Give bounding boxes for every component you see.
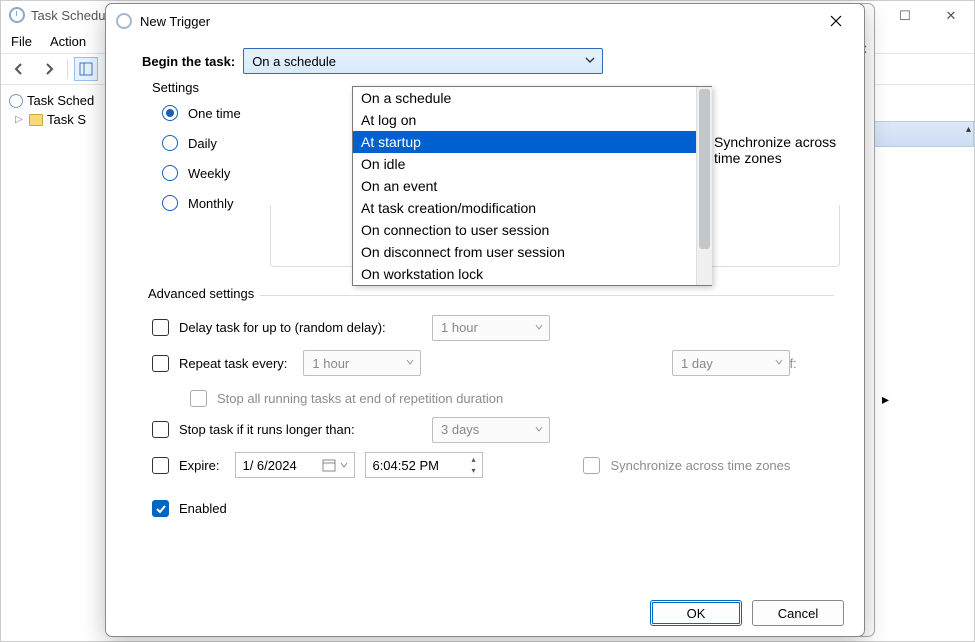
- stop-all-row: Stop all running tasks at end of repetit…: [190, 390, 834, 407]
- expire-date-input[interactable]: 1/ 6/2024: [235, 452, 355, 478]
- begin-task-dropdown[interactable]: On a scheduleAt log onAt startupOn idleO…: [352, 86, 712, 286]
- repeat-label: Repeat task every:: [179, 356, 287, 371]
- expire-time-input[interactable]: 6:04:52 PM ▴▾: [365, 452, 483, 478]
- expire-label: Expire:: [179, 458, 219, 473]
- folder-icon: [29, 114, 43, 126]
- dropdown-option[interactable]: On disconnect from user session: [353, 241, 711, 263]
- expire-sync-label: Synchronize across time zones: [610, 458, 790, 473]
- spinner-buttons[interactable]: ▴▾: [466, 454, 480, 476]
- new-trigger-dialog: New Trigger Begin the task: On a schedul…: [105, 3, 865, 637]
- expire-checkbox[interactable]: [152, 457, 169, 474]
- stop-all-checkbox: [190, 390, 207, 407]
- expand-icon[interactable]: ▷: [15, 114, 25, 125]
- radio-icon: [162, 195, 178, 211]
- expire-sync-checkbox: [583, 457, 600, 474]
- radio-icon: [162, 165, 178, 181]
- menu-action[interactable]: Action: [50, 34, 86, 49]
- begin-task-combo[interactable]: On a schedule: [243, 48, 603, 74]
- sync-timezones-label: Synchronize across time zones: [714, 134, 864, 166]
- chevron-down-icon: [405, 357, 415, 367]
- actions-pane: ▴ ▸: [869, 121, 974, 641]
- back-button[interactable]: [7, 57, 31, 81]
- begin-task-label: Begin the task:: [142, 54, 235, 69]
- tree-child[interactable]: ▷ Task S: [5, 110, 105, 129]
- dropdown-option[interactable]: On connection to user session: [353, 219, 711, 241]
- advanced-settings-group: Advanced settings Delay task for up to (…: [142, 295, 834, 517]
- stop-if-checkbox[interactable]: [152, 421, 169, 438]
- clock-icon: [116, 13, 132, 29]
- chevron-down-icon: [534, 424, 544, 434]
- delay-value-combo[interactable]: 1 hour: [432, 315, 550, 341]
- menu-file[interactable]: File: [11, 34, 32, 49]
- calendar-icon: [322, 458, 336, 472]
- radio-icon: [162, 135, 178, 151]
- stop-if-value-combo[interactable]: 3 days: [432, 417, 550, 443]
- chevron-down-icon: [584, 54, 596, 66]
- radio-icon: [162, 105, 178, 121]
- dropdown-option[interactable]: At startup: [353, 131, 711, 153]
- dropdown-option[interactable]: At log on: [353, 109, 711, 131]
- stop-all-label: Stop all running tasks at end of repetit…: [217, 391, 503, 406]
- chevron-down-icon: [774, 357, 784, 367]
- dialog-title: New Trigger: [140, 14, 818, 29]
- repeat-checkbox[interactable]: [152, 355, 169, 372]
- chevron-down-icon: [534, 322, 544, 332]
- dropdown-option[interactable]: At task creation/modification: [353, 197, 711, 219]
- delay-row: Delay task for up to (random delay): 1 h…: [152, 319, 834, 336]
- expire-row: Expire: 1/ 6/2024 6:04:52 PM ▴▾ Synchron…: [152, 452, 834, 478]
- repeat-value-combo[interactable]: 1 hour: [303, 350, 421, 376]
- tree-root-label: Task Sched: [27, 93, 94, 108]
- stop-if-row: Stop task if it runs longer than: 3 days: [152, 421, 834, 438]
- scrollbar-thumb[interactable]: [699, 89, 710, 249]
- tree-panel: Task Sched ▷ Task S: [5, 91, 105, 129]
- delay-label: Delay task for up to (random delay):: [179, 320, 386, 335]
- tree-child-label: Task S: [47, 112, 86, 127]
- clock-icon: [9, 94, 23, 108]
- clock-icon: [9, 7, 25, 23]
- forward-button[interactable]: [37, 57, 61, 81]
- ok-button[interactable]: OK: [650, 600, 742, 626]
- chevron-down-icon: [340, 461, 348, 469]
- dialog-titlebar[interactable]: New Trigger: [106, 4, 864, 38]
- expand-arrow-icon[interactable]: ▸: [882, 391, 889, 408]
- collapse-icon[interactable]: ▴: [966, 124, 971, 135]
- enabled-checkbox[interactable]: [152, 500, 169, 517]
- dialog-close-button[interactable]: [818, 7, 854, 35]
- dialog-footer: OK Cancel: [650, 600, 844, 626]
- stop-if-label: Stop task if it runs longer than:: [179, 422, 355, 437]
- scrollbar[interactable]: [696, 87, 712, 285]
- cancel-button[interactable]: Cancel: [752, 600, 844, 626]
- duration-value-combo[interactable]: 1 day: [672, 350, 790, 376]
- enabled-row: Enabled: [152, 500, 834, 517]
- dropdown-option[interactable]: On workstation lock: [353, 263, 711, 285]
- delay-checkbox[interactable]: [152, 319, 169, 336]
- enabled-label: Enabled: [179, 501, 227, 516]
- dropdown-option[interactable]: On an event: [353, 175, 711, 197]
- toolbar-pane-button[interactable]: [74, 57, 98, 81]
- begin-task-value: On a schedule: [252, 54, 336, 69]
- maximize-button[interactable]: ☐: [882, 1, 928, 31]
- dropdown-option[interactable]: On idle: [353, 153, 711, 175]
- close-button[interactable]: ✕: [928, 1, 974, 31]
- tree-root[interactable]: Task Sched: [5, 91, 105, 110]
- advanced-settings-label: Advanced settings: [142, 286, 260, 301]
- dropdown-option[interactable]: On a schedule: [353, 87, 711, 109]
- repeat-row: Repeat task every: 1 hour for a duration…: [152, 350, 834, 376]
